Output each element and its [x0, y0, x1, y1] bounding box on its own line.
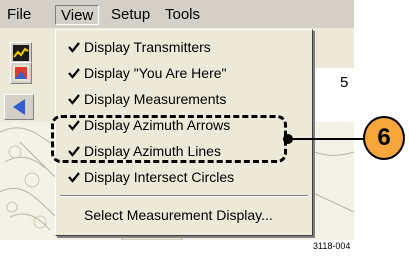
menu-item-display-intersect-circles[interactable]: Display Intersect Circles — [60, 166, 308, 188]
menu-item-label: Display Intersect Circles — [84, 169, 235, 185]
menu-item-label: Display "You Are Here" — [84, 65, 227, 81]
map-tool-button[interactable] — [10, 62, 32, 84]
chart-tool-button[interactable] — [10, 42, 32, 64]
chart-icon — [13, 45, 29, 61]
callout-leader-dot — [283, 134, 293, 144]
menu-item-display-transmitters[interactable]: Display Transmitters — [60, 36, 308, 58]
check-icon — [68, 94, 80, 105]
callout-highlight-box — [51, 115, 287, 163]
menu-file[interactable]: File — [2, 5, 36, 25]
menu-item-label: Display Measurements — [84, 91, 227, 107]
menu-setup[interactable]: Setup — [106, 5, 155, 25]
menu-view[interactable]: View — [55, 5, 100, 25]
check-icon — [68, 68, 80, 79]
map-icon — [13, 65, 29, 81]
menu-item-label: Select Measurement Display... — [84, 207, 273, 223]
menu-bar: File View Setup Tools — [0, 0, 354, 28]
menu-item-display-you-are-here[interactable]: Display "You Are Here" — [60, 62, 308, 84]
figure-id: 3118-004 — [313, 241, 351, 251]
menu-item-display-measurements[interactable]: Display Measurements — [60, 88, 308, 110]
callout-leader-line — [287, 138, 369, 140]
menu-item-label: Display Transmitters — [84, 39, 211, 55]
check-icon — [68, 172, 80, 183]
callout-number-badge: 6 — [363, 116, 405, 160]
back-button[interactable] — [4, 94, 34, 120]
check-icon — [68, 42, 80, 53]
left-arrow-icon — [13, 99, 25, 115]
partial-panel-text: 5 — [340, 74, 349, 91]
menu-tools[interactable]: Tools — [160, 5, 205, 25]
menu-item-select-measurement-display[interactable]: Select Measurement Display... — [60, 204, 308, 226]
menu-separator — [60, 195, 308, 197]
